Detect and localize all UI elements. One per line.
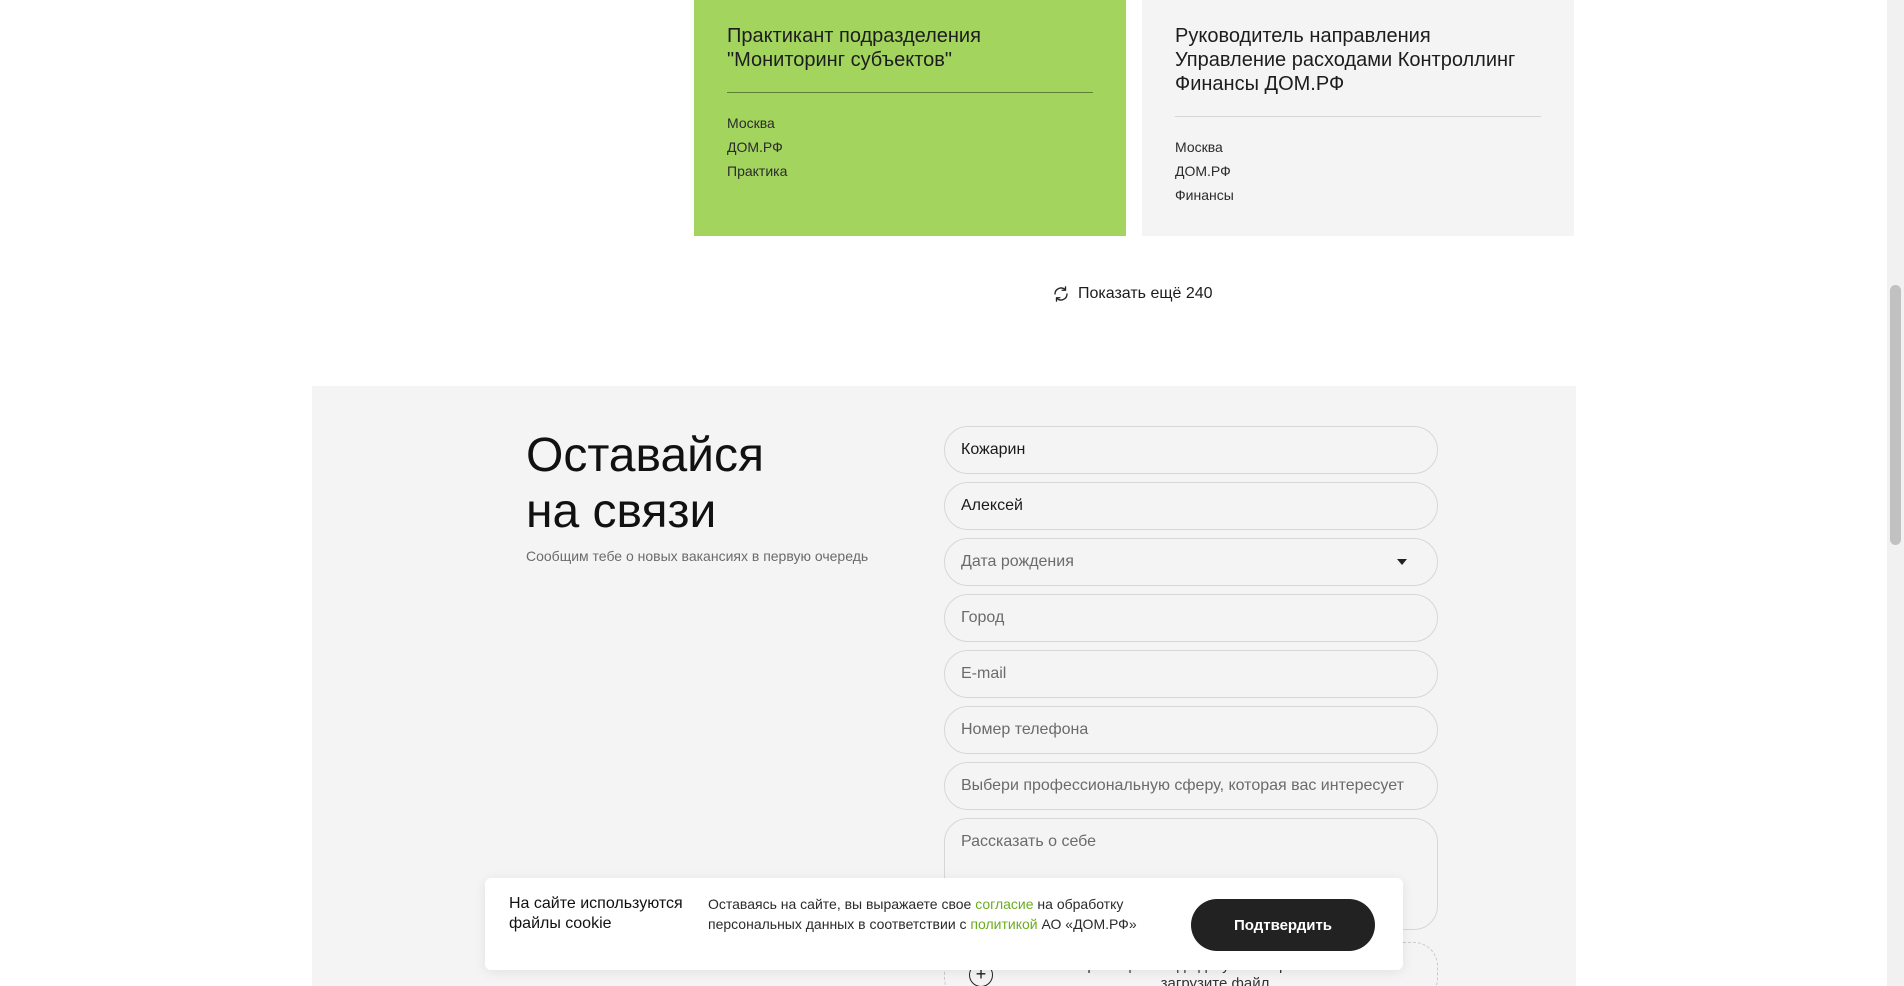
- cookie-text-part: АО «ДОМ.РФ»: [1037, 916, 1137, 932]
- cookie-text-part: Оставаясь на сайте, вы выражаете свое: [708, 896, 976, 912]
- sphere-field[interactable]: [944, 762, 1438, 810]
- divider: [1175, 116, 1541, 117]
- vacancy-company: ДОМ.РФ: [1175, 163, 1231, 179]
- scrollbar-thumb[interactable]: [1890, 285, 1901, 545]
- contact-title: Оставайся на связи: [526, 428, 764, 540]
- city-input[interactable]: [961, 609, 1421, 627]
- first-name-field[interactable]: [944, 482, 1438, 530]
- email-field[interactable]: [944, 650, 1438, 698]
- phone-input[interactable]: [961, 721, 1421, 739]
- email-input[interactable]: [961, 665, 1421, 683]
- last-name-input[interactable]: [961, 441, 1421, 459]
- show-more-button[interactable]: Показать ещё 240: [1052, 282, 1213, 306]
- phone-field[interactable]: [944, 706, 1438, 754]
- confirm-cookie-button[interactable]: Подтвердить: [1191, 899, 1375, 951]
- vacancy-company: ДОМ.РФ: [727, 139, 783, 155]
- cookie-banner: На сайте используются файлы cookie Остав…: [485, 878, 1403, 970]
- page-scrollbar[interactable]: [1887, 0, 1904, 986]
- vacancy-title: Практикант подразделения "Мониторинг суб…: [727, 25, 981, 71]
- show-more-label: Показать ещё 240: [1078, 285, 1213, 302]
- vacancy-card[interactable]: Руководитель направления Управление расх…: [1142, 0, 1574, 236]
- birth-date-select[interactable]: Дата рождения: [944, 538, 1438, 586]
- vacancy-card[interactable]: Практикант подразделения "Мониторинг суб…: [694, 0, 1126, 236]
- refresh-icon: [1054, 286, 1068, 302]
- first-name-input[interactable]: [961, 497, 1421, 515]
- birth-date-placeholder: Дата рождения: [961, 553, 1074, 570]
- policy-link[interactable]: политикой: [970, 916, 1037, 932]
- vacancy-category: Финансы: [1175, 187, 1234, 203]
- sphere-input[interactable]: [961, 777, 1421, 795]
- vacancy-city: Москва: [727, 115, 775, 131]
- vacancy-category: Практика: [727, 163, 788, 179]
- contact-title-line: на связи: [526, 485, 717, 538]
- contact-title-line: Оставайся: [526, 429, 764, 482]
- divider: [727, 92, 1093, 93]
- chevron-down-icon: [1397, 559, 1407, 565]
- last-name-field[interactable]: [944, 426, 1438, 474]
- cookie-text: Оставаясь на сайте, вы выражаете свое со…: [708, 894, 1138, 934]
- vacancy-title: Руководитель направления Управление расх…: [1175, 25, 1516, 95]
- contact-subtitle: Сообщим тебе о новых вакансиях в первую …: [526, 548, 869, 564]
- vacancy-city: Москва: [1175, 139, 1223, 155]
- cookie-title: На сайте используются файлы cookie: [509, 895, 683, 932]
- consent-link[interactable]: согласие: [975, 896, 1033, 912]
- city-field[interactable]: [944, 594, 1438, 642]
